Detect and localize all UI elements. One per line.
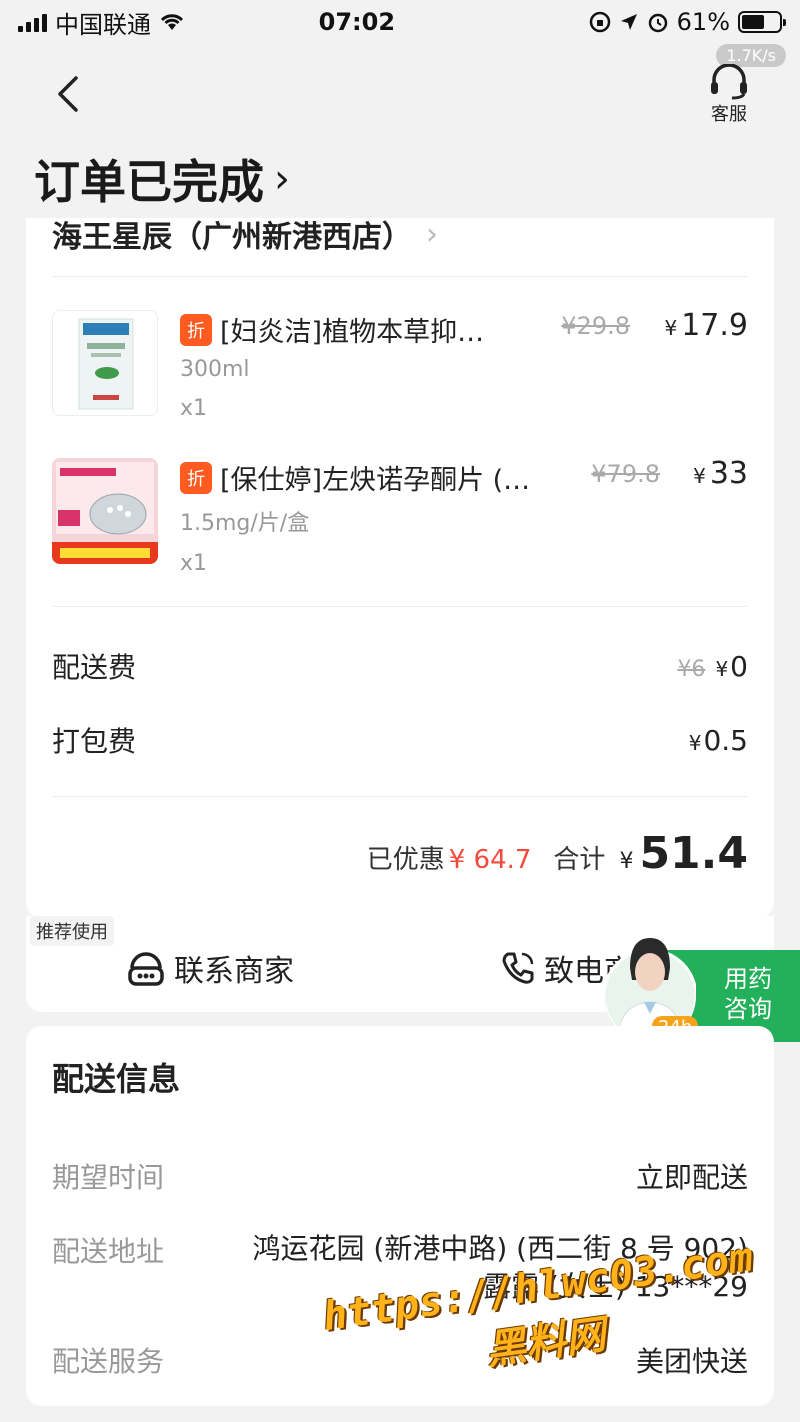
delivery-fee-value: 0 [730, 649, 748, 683]
consult-label-line1: 用药 [724, 965, 772, 993]
currency-symbol: ¥ [619, 849, 634, 874]
store-row[interactable]: 海王星辰（广州新港西店） › [52, 218, 752, 276]
product-title: [妇炎洁]植物本草抑… [220, 317, 485, 348]
currency-symbol: ¥ [664, 316, 678, 340]
alarm-icon [648, 13, 667, 33]
product-spec: 1.5mg/片/盒 [180, 511, 310, 536]
expected-time-value: 立即配送 [635, 1161, 748, 1194]
product-title: [保仕婷]左炔诺孕酮片 (… [220, 465, 531, 496]
product-item[interactable]: 折 [妇炎洁]植物本草抑… 300ml x1 ¥29.8 ¥17.9 [52, 308, 748, 421]
discount-value: ¥ 64.7 [448, 845, 532, 875]
currency-symbol: ¥ [693, 464, 706, 488]
chat-headset-icon [128, 952, 164, 986]
page-title: 订单已完成 [34, 155, 264, 209]
location-icon [620, 14, 637, 30]
divider [52, 606, 748, 607]
order-card: 海王星辰（广州新港西店） › 折 [妇炎洁]植物本草抑… 300ml x1 ¥2… [26, 218, 774, 918]
address-label: 配送地址 [52, 1235, 165, 1268]
discount-badge: 折 [180, 313, 212, 346]
product-quantity: x1 [180, 551, 208, 576]
price-value: 33 [709, 456, 748, 491]
delivery-fee-row: 配送费 ¥6 ¥0 [52, 646, 748, 686]
packing-fee-row: 打包费 ¥0.5 [52, 720, 748, 760]
product-price: ¥17.9 [664, 308, 748, 343]
chevron-right-icon: › [426, 218, 438, 252]
rotation-lock-icon [589, 11, 610, 33]
phone-icon [502, 952, 534, 984]
status-bar: 中国联通 07:02 61% [0, 0, 800, 44]
divider [52, 276, 748, 277]
original-price: ¥29.8 [561, 312, 630, 340]
wifi-icon [160, 14, 184, 30]
chevron-left-icon [58, 76, 78, 112]
total-label: 合计 [553, 845, 606, 875]
order-status-title[interactable]: 订单已完成 › [34, 146, 290, 212]
clock: 07:02 [318, 8, 396, 36]
order-total: 已优惠 ¥ 64.7 合计 ¥51.4 [367, 828, 748, 879]
currency-symbol: ¥ [688, 730, 702, 755]
discount-badge: 折 [180, 461, 212, 494]
recommend-tag: 推荐使用 [30, 916, 114, 946]
currency-symbol: ¥ [715, 656, 729, 681]
back-button[interactable] [46, 72, 90, 116]
delivery-service-label: 配送服务 [52, 1345, 165, 1378]
product-image [52, 458, 158, 564]
expected-time-label: 期望时间 [52, 1161, 165, 1194]
original-price: ¥79.8 [591, 460, 660, 488]
product-spec: 300ml [180, 357, 250, 382]
customer-service-label: 客服 [711, 104, 747, 125]
product-quantity: x1 [180, 396, 208, 421]
discount-label: 已优惠 [366, 845, 445, 875]
delivery-fee-original: ¥6 [677, 656, 706, 682]
packing-fee-label: 打包费 [52, 725, 137, 758]
battery-icon [738, 11, 786, 33]
price-value: 17.9 [681, 308, 748, 343]
carrier-label: 中国联通 [55, 10, 151, 39]
product-item[interactable]: 折 [保仕婷]左炔诺孕酮片 (… 1.5mg/片/盒 x1 ¥79.8 ¥33 [52, 456, 748, 576]
headset-icon [711, 64, 747, 100]
delivery-info-title: 配送信息 [52, 1060, 181, 1098]
divider [52, 796, 748, 797]
store-name: 海王星辰（广州新港西店） [52, 220, 412, 255]
battery-percent: 61% [676, 8, 730, 36]
packing-fee-value: 0.5 [703, 723, 748, 757]
delivery-fee-label: 配送费 [52, 651, 137, 684]
contact-merchant-label: 联系商家 [174, 954, 294, 989]
total-value: 51.4 [639, 828, 748, 879]
chevron-right-icon: › [274, 156, 290, 202]
consult-label-line2: 咨询 [724, 995, 772, 1023]
product-price: ¥33 [693, 456, 748, 491]
contact-merchant-button[interactable]: 联系商家 [126, 946, 294, 990]
signal-icon [18, 12, 47, 32]
expected-time-row: 期望时间 立即配送 [52, 1156, 748, 1196]
product-image [52, 310, 158, 416]
customer-service-button[interactable]: 客服 [704, 64, 754, 126]
